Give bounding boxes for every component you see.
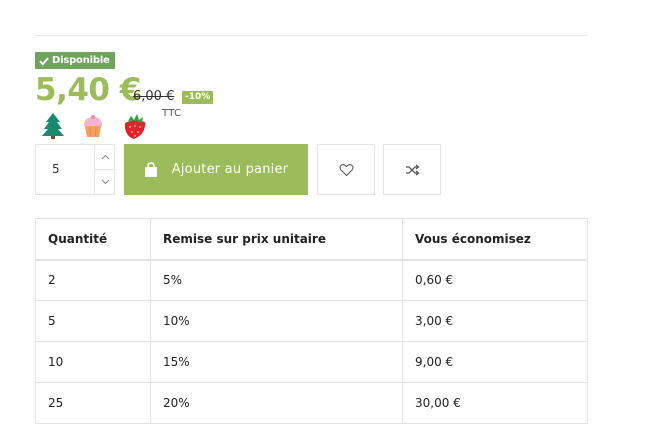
product-labels	[40, 112, 148, 140]
shopping-bag-icon	[144, 161, 157, 177]
compare-button[interactable]	[383, 144, 441, 195]
table-row: 5 10% 3,00 €	[35, 300, 588, 342]
table-cell-quantity: 2	[35, 259, 151, 301]
table-cell-savings: 30,00 €	[402, 382, 588, 424]
table-cell-quantity: 25	[35, 382, 151, 424]
quantity-stepper[interactable]: 5	[35, 144, 115, 195]
table-cell-savings: 0,60 €	[402, 259, 588, 301]
table-cell-savings: 3,00 €	[402, 300, 588, 342]
quantity-decrease-button[interactable]	[94, 170, 115, 194]
tax-label: TTC	[162, 108, 182, 119]
discount-badge: -10%	[182, 91, 214, 104]
add-to-cart-button[interactable]: Ajouter au panier	[124, 144, 308, 195]
table-cell-discount: 20%	[150, 382, 403, 424]
table-cell-discount: 10%	[150, 300, 403, 342]
cupcake-icon	[80, 112, 106, 140]
strawberry-icon	[122, 112, 148, 140]
table-cell-discount: 5%	[150, 259, 403, 301]
table-row: 10 15% 9,00 €	[35, 341, 588, 383]
tree-icon	[40, 112, 66, 140]
table-cell-discount: 15%	[150, 341, 403, 383]
table-header-row: Quantité Remise sur prix unitaire Vous é…	[35, 218, 588, 261]
top-divider	[35, 35, 588, 36]
add-to-cart-label: Ajouter au panier	[171, 162, 289, 177]
table-row: 25 20% 30,00 €	[35, 382, 588, 424]
column-header-savings: Vous économisez	[402, 218, 588, 261]
table-cell-quantity: 5	[35, 300, 151, 342]
heart-icon	[339, 163, 353, 176]
quantity-input[interactable]: 5	[52, 162, 60, 176]
table-cell-quantity: 10	[35, 341, 151, 383]
availability-badge: Disponible	[35, 52, 115, 69]
column-header-quantity: Quantité	[35, 218, 151, 261]
wishlist-button[interactable]	[317, 144, 375, 195]
quantity-increase-button[interactable]	[94, 145, 115, 170]
chevron-down-icon	[101, 179, 109, 185]
current-price: 5,40 €	[35, 72, 141, 108]
old-price: 6,00 €	[133, 89, 175, 104]
table-cell-savings: 9,00 €	[402, 341, 588, 383]
column-header-discount: Remise sur prix unitaire	[150, 218, 403, 261]
availability-label: Disponible	[52, 55, 110, 66]
quantity-discount-table: Quantité Remise sur prix unitaire Vous é…	[35, 218, 588, 424]
table-row: 2 5% 0,60 €	[35, 259, 588, 301]
chevron-up-icon	[101, 154, 109, 160]
shuffle-icon	[405, 163, 420, 176]
check-icon	[39, 57, 49, 65]
